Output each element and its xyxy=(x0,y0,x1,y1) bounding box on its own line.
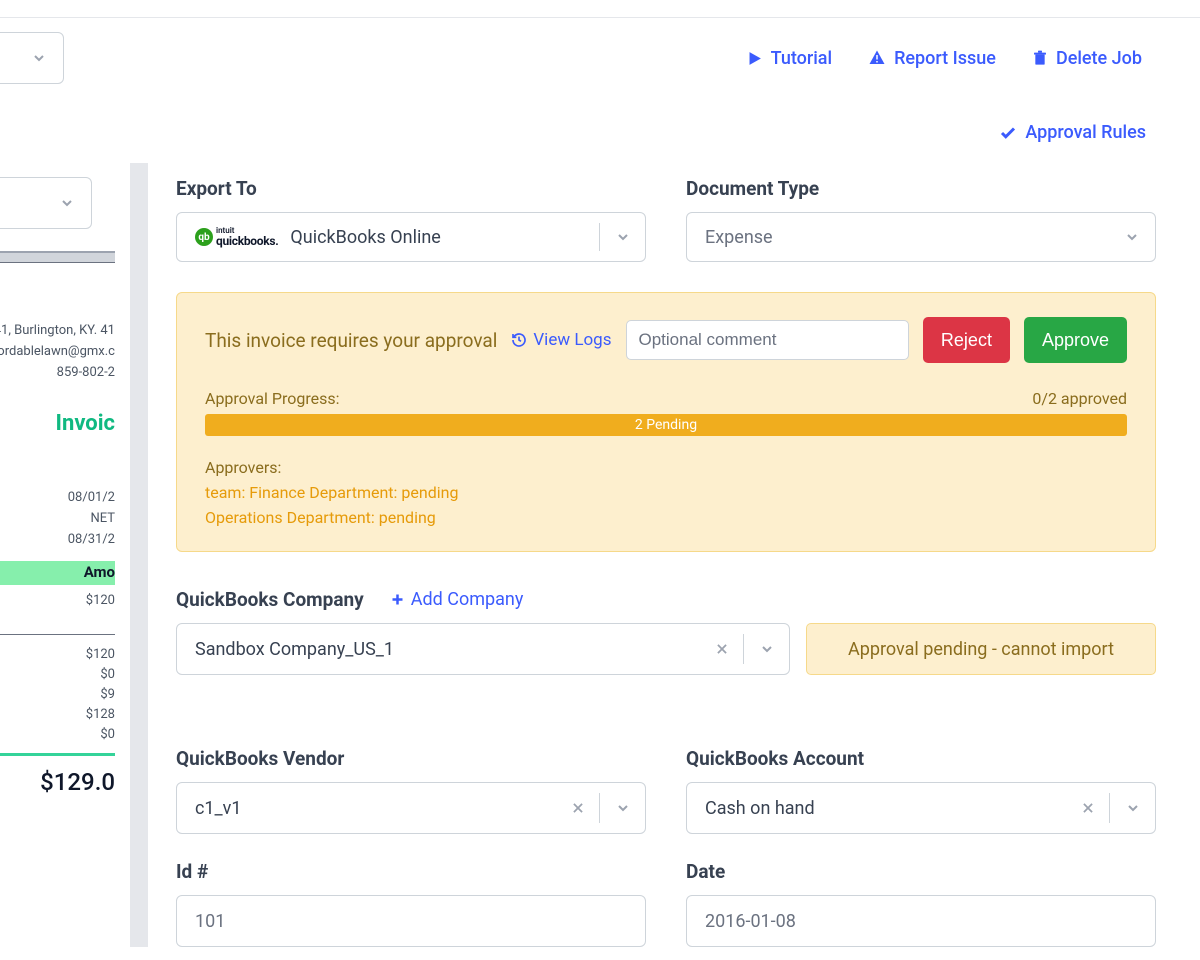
doc-page-dropdown[interactable] xyxy=(0,177,92,229)
export-to-field: Export To qb intuit quickbooks. QuickBoo… xyxy=(176,177,646,262)
vendor-value: c1_v1 xyxy=(177,798,557,819)
preview-amounts: $120 $0 $9 $128 $0 xyxy=(0,645,115,746)
approval-title: This invoice requires your approval xyxy=(205,329,497,352)
preview-address-2: affordablelawn@gmx.c xyxy=(0,342,115,363)
preview-address-3: 859-802-2 xyxy=(0,363,115,384)
vendor-label: QuickBooks Vendor xyxy=(176,747,646,770)
vendor-account-row: QuickBooks Vendor c1_v1 QuickBooks Accou… xyxy=(176,747,1156,834)
approval-progress-row: Approval Progress: 0/2 approved xyxy=(205,389,1127,408)
form-pane: Export To qb intuit quickbooks. QuickBoo… xyxy=(148,163,1200,947)
delete-job-label: Delete Job xyxy=(1056,48,1142,69)
check-icon xyxy=(999,124,1017,142)
approval-top-row: This invoice requires your approval View… xyxy=(205,317,1127,363)
clear-icon[interactable] xyxy=(701,642,743,656)
approval-approved-count: 0/2 approved xyxy=(1032,389,1127,408)
date-value: 2016-01-08 xyxy=(705,911,796,932)
date-field: Date 2016-01-08 xyxy=(686,860,1156,947)
document-type-value: Expense xyxy=(687,227,1109,248)
report-issue-label: Report Issue xyxy=(894,48,996,69)
approval-rules-label: Approval Rules xyxy=(1025,122,1146,143)
play-icon xyxy=(746,50,763,67)
approve-button[interactable]: Approve xyxy=(1024,317,1127,363)
chevron-down-icon xyxy=(743,634,789,664)
document-preview: ox 441, Burlington, KY. 41 affordablelaw… xyxy=(0,251,115,796)
preview-invoice-heading: Invoic xyxy=(0,411,115,436)
view-logs-link[interactable]: View Logs xyxy=(511,330,611,350)
id-input[interactable]: 101 xyxy=(176,895,646,947)
approval-progress-label: Approval Progress: xyxy=(205,389,340,408)
chevron-down-icon xyxy=(1109,793,1155,823)
document-type-select[interactable]: Expense xyxy=(686,212,1156,262)
approver-2: Operations Department: pending xyxy=(205,508,1127,527)
id-label: Id # xyxy=(176,860,646,883)
id-date-row: Id # 101 Date 2016-01-08 xyxy=(176,860,1156,947)
delete-job-link[interactable]: Delete Job xyxy=(1032,48,1142,69)
document-preview-pane: ox 441, Burlington, KY. 41 affordablelaw… xyxy=(0,163,130,947)
report-issue-link[interactable]: Report Issue xyxy=(868,48,996,69)
qb-company-label: QuickBooks Company xyxy=(176,588,364,611)
preview-green-bar: Amo xyxy=(0,561,115,585)
approver-1: team: Finance Department: pending xyxy=(205,483,1127,502)
vertical-divider xyxy=(130,163,148,947)
warning-icon xyxy=(868,49,886,67)
chevron-down-icon xyxy=(599,793,645,823)
account-label: QuickBooks Account xyxy=(686,747,1156,770)
top-left-dropdown[interactable] xyxy=(0,32,64,84)
export-to-value: qb intuit quickbooks. QuickBooks Online xyxy=(177,227,599,248)
preview-green-divider xyxy=(0,753,115,756)
top-right-actions: Tutorial Report Issue Delete Job xyxy=(746,48,1200,69)
preview-divider xyxy=(0,634,115,635)
id-field: Id # 101 xyxy=(176,860,646,947)
trash-icon xyxy=(1032,49,1048,67)
document-type-label: Document Type xyxy=(686,177,1156,200)
date-label: Date xyxy=(686,860,1156,883)
import-pending-text: Approval pending - cannot import xyxy=(848,639,1114,660)
approval-progress-bar: 2 Pending xyxy=(205,414,1127,436)
company-select-row: Sandbox Company_US_1 Approval pending - … xyxy=(176,623,1156,675)
chevron-down-icon xyxy=(1109,223,1155,252)
tutorial-link[interactable]: Tutorial xyxy=(746,48,832,69)
account-value: Cash on hand xyxy=(687,798,1067,819)
account-field: QuickBooks Account Cash on hand xyxy=(686,747,1156,834)
add-company-label: Add Company xyxy=(411,589,524,610)
approval-rules-row: Approval Rules xyxy=(0,122,1200,143)
tutorial-label: Tutorial xyxy=(771,48,832,69)
add-company-link[interactable]: Add Company xyxy=(390,589,524,610)
preview-header-bar xyxy=(0,251,115,263)
quickbooks-logo: qb intuit quickbooks. xyxy=(195,227,278,247)
document-type-field: Document Type Expense xyxy=(686,177,1156,262)
approval-comment-input[interactable] xyxy=(626,320,909,360)
qb-company-select[interactable]: Sandbox Company_US_1 xyxy=(176,623,790,675)
vendor-select[interactable]: c1_v1 xyxy=(176,782,646,834)
date-input[interactable]: 2016-01-08 xyxy=(686,895,1156,947)
chevron-down-icon xyxy=(599,223,645,252)
qb-company-value: Sandbox Company_US_1 xyxy=(177,639,701,660)
export-to-label: Export To xyxy=(176,177,646,200)
clear-icon[interactable] xyxy=(1067,801,1109,815)
chevron-down-icon xyxy=(59,195,75,211)
reject-button[interactable]: Reject xyxy=(923,317,1010,363)
export-to-select[interactable]: qb intuit quickbooks. QuickBooks Online xyxy=(176,212,646,262)
top-actions-row: Tutorial Report Issue Delete Job xyxy=(0,18,1200,78)
chevron-down-icon xyxy=(31,50,47,66)
history-icon xyxy=(511,332,527,348)
id-value: 101 xyxy=(195,911,225,932)
preview-amount-1: $120 xyxy=(0,593,115,608)
vendor-field: QuickBooks Vendor c1_v1 xyxy=(176,747,646,834)
approvers-label: Approvers: xyxy=(205,458,1127,477)
clear-icon[interactable] xyxy=(557,801,599,815)
company-label-row: QuickBooks Company Add Company xyxy=(176,588,1156,611)
export-doctype-row: Export To qb intuit quickbooks. QuickBoo… xyxy=(176,177,1156,262)
account-select[interactable]: Cash on hand xyxy=(686,782,1156,834)
approval-card: This invoice requires your approval View… xyxy=(176,292,1156,552)
preview-dates: 08/01/2 NET 08/31/2 xyxy=(0,488,115,550)
view-logs-label: View Logs xyxy=(533,330,611,350)
preview-address-1: ox 441, Burlington, KY. 41 xyxy=(0,321,115,342)
approval-rules-link[interactable]: Approval Rules xyxy=(999,122,1146,143)
main-area: ox 441, Burlington, KY. 41 affordablelaw… xyxy=(0,163,1200,947)
plus-icon xyxy=(390,592,405,607)
top-divider xyxy=(0,0,1200,18)
preview-total: $129.0 xyxy=(0,768,115,796)
import-pending-badge: Approval pending - cannot import xyxy=(806,623,1156,675)
